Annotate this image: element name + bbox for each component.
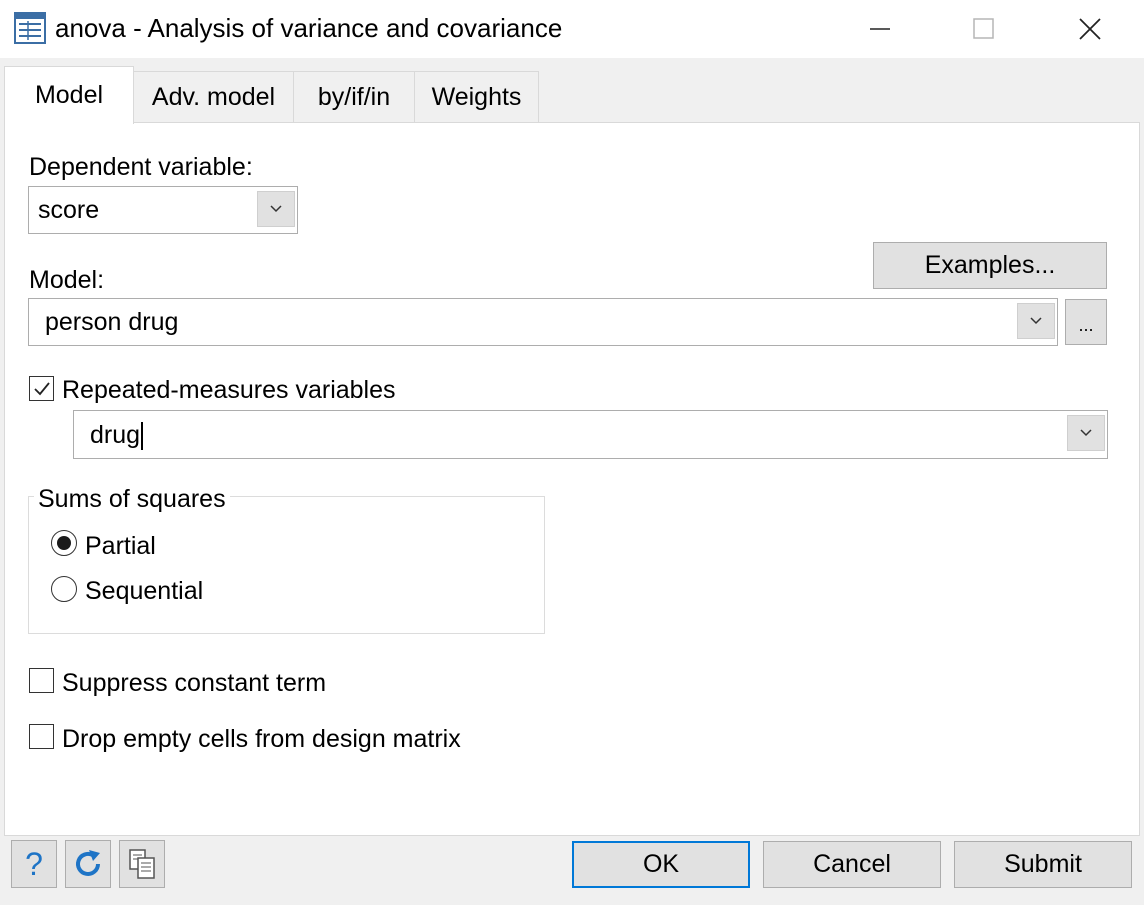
sequential-radio[interactable] — [51, 576, 77, 602]
window-title: anova - Analysis of variance and covaria… — [55, 13, 563, 43]
repeated-measures-label: Repeated-measures variables — [62, 376, 396, 404]
close-icon — [1079, 18, 1101, 40]
drop-empty-cells-label: Drop empty cells from design matrix — [62, 725, 461, 753]
maximize-icon — [973, 18, 994, 39]
sequential-label: Sequential — [85, 577, 204, 605]
partial-radio[interactable] — [51, 530, 77, 556]
sums-of-squares-group — [28, 496, 545, 634]
model-value: person drug — [45, 308, 179, 336]
minimize-button[interactable] — [830, 0, 930, 58]
repeated-measures-combo[interactable]: drug — [73, 410, 1108, 459]
tab-by-if-in[interactable]: by/if/in — [293, 71, 415, 123]
dependent-variable-label: Dependent variable: — [29, 153, 253, 181]
reset-icon — [76, 850, 100, 876]
text-caret — [141, 422, 144, 451]
svg-text:?: ? — [25, 846, 43, 882]
dependent-dropdown-button[interactable] — [257, 191, 295, 227]
copy-icon — [129, 849, 155, 879]
chevron-down-icon — [1080, 429, 1092, 437]
sums-of-squares-title: Sums of squares — [34, 484, 230, 514]
drop-empty-cells-checkbox[interactable] — [29, 724, 54, 749]
partial-label: Partial — [85, 532, 156, 560]
repeated-measures-value: drug — [90, 420, 144, 451]
close-button[interactable] — [1040, 0, 1140, 58]
model-label: Model: — [29, 266, 105, 294]
help-button[interactable]: ? — [11, 840, 57, 888]
model-dropdown-button[interactable] — [1017, 303, 1055, 339]
dependent-variable-value: score — [38, 196, 100, 224]
tab-weights[interactable]: Weights — [414, 71, 539, 123]
chevron-down-icon — [270, 205, 282, 213]
repeated-measures-checkbox[interactable] — [29, 376, 54, 401]
copy-command-button[interactable] — [119, 840, 165, 888]
suppress-constant-checkbox[interactable] — [29, 668, 54, 693]
radio-selected-dot — [57, 536, 71, 550]
submit-button[interactable]: Submit — [954, 841, 1132, 888]
reset-button[interactable] — [65, 840, 111, 888]
examples-button[interactable]: Examples... — [873, 242, 1107, 289]
help-icon: ? — [25, 846, 43, 882]
browse-button[interactable]: ... — [1065, 299, 1107, 345]
tab-adv-model[interactable]: Adv. model — [133, 71, 294, 123]
dialog-icon — [14, 12, 46, 44]
ok-button[interactable]: OK — [572, 841, 750, 888]
minimize-icon — [870, 28, 890, 30]
checkmark-icon — [33, 381, 50, 395]
model-combo[interactable]: person drug — [28, 298, 1058, 346]
dependent-variable-combo[interactable]: score — [28, 186, 298, 234]
tab-model[interactable]: Model — [4, 66, 134, 124]
cancel-button[interactable]: Cancel — [763, 841, 941, 888]
repeated-dropdown-button[interactable] — [1067, 415, 1105, 451]
suppress-constant-label: Suppress constant term — [62, 669, 327, 697]
chevron-down-icon — [1030, 317, 1042, 325]
maximize-button[interactable] — [934, 0, 1034, 58]
